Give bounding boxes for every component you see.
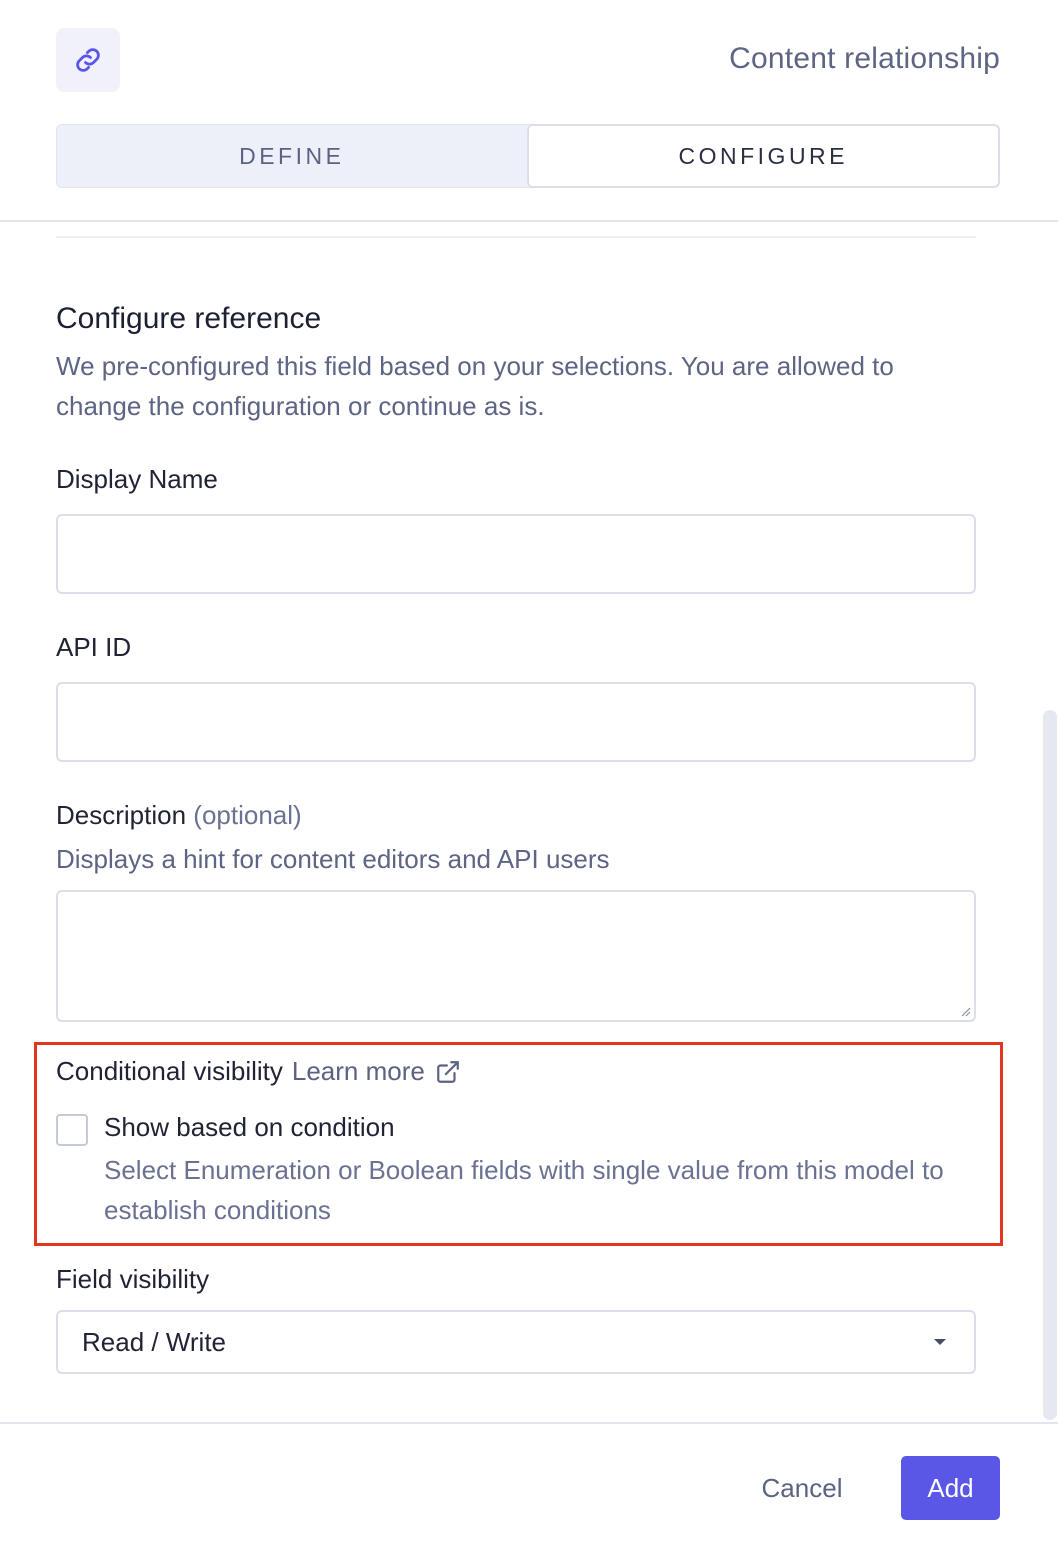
tab-configure[interactable]: CONFIGURE — [526, 124, 1000, 188]
field-visibility-select[interactable]: Read / Write — [56, 1310, 976, 1374]
caret-down-icon — [934, 1339, 946, 1345]
display-name-label: Display Name — [56, 464, 218, 494]
link-icon — [56, 28, 120, 92]
section-title: Configure reference — [56, 302, 322, 335]
tab-define[interactable]: DEFINE — [57, 125, 527, 187]
add-button[interactable]: Add — [901, 1456, 1000, 1520]
checkbox-label[interactable]: Show based on condition — [104, 1112, 395, 1143]
cancel-button[interactable]: Cancel — [740, 1456, 864, 1520]
dialog-title: Content relationship — [729, 42, 1000, 75]
resize-handle-icon[interactable] — [959, 1005, 971, 1017]
description-textarea[interactable] — [56, 890, 976, 1022]
field-visibility-value: Read / Write — [82, 1326, 227, 1357]
learn-more-link[interactable]: Learn more — [292, 1056, 425, 1087]
tab-bar: DEFINE CONFIGURE — [56, 124, 1000, 188]
checkbox-description: Select Enumeration or Boolean fields wit… — [104, 1155, 944, 1225]
content-divider — [56, 236, 976, 238]
conditional-visibility-label: Conditional visibility — [56, 1056, 283, 1086]
external-link-icon[interactable] — [435, 1059, 461, 1085]
description-label: Description (optional) — [56, 800, 302, 831]
conditional-visibility-row: Conditional visibility Learn more — [56, 1056, 461, 1087]
api-id-input[interactable] — [56, 682, 976, 762]
footer-divider — [0, 1422, 1058, 1424]
field-visibility-label: Field visibility — [56, 1264, 210, 1294]
api-id-label: API ID — [56, 632, 132, 662]
optional-tag: (optional) — [193, 800, 302, 830]
section-description: We pre-configured this field based on yo… — [56, 351, 894, 421]
field-config-dialog: Content relationship DEFINE CONFIGURE Co… — [0, 0, 1058, 1544]
description-label-text: Description — [56, 800, 187, 830]
description-hint: Displays a hint for content editors and … — [56, 844, 610, 874]
scrollbar[interactable] — [1043, 710, 1057, 1420]
display-name-input[interactable] — [56, 514, 976, 594]
show-based-on-condition-checkbox[interactable] — [56, 1114, 88, 1146]
header-divider — [0, 220, 1058, 222]
